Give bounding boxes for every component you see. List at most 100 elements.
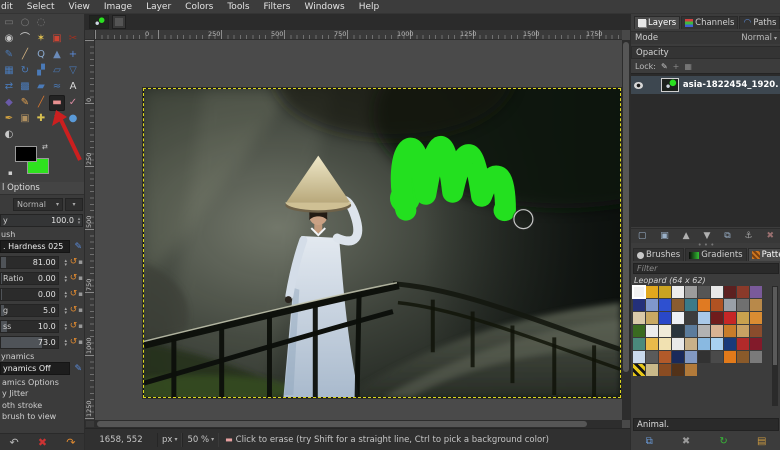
mode-switch-dropdown[interactable]: ▾ [65,198,83,211]
layer-thumbnail[interactable] [661,78,679,92]
pattern-name-field[interactable]: Animal. [633,418,779,431]
pattern-scrollbar[interactable] [772,286,778,406]
menu-filters[interactable]: Filters [257,2,298,12]
pattern-swatch[interactable] [646,286,658,298]
pattern-swatch[interactable] [724,351,736,363]
pencil-tool[interactable]: ✎ [17,95,33,111]
option-y-jitter[interactable]: y Jitter [0,387,85,399]
reset-icon[interactable]: ↺ [70,258,78,267]
link-icon[interactable]: ▪ [78,323,83,330]
spinner-icon[interactable]: ▴▾ [63,307,69,315]
pattern-swatch[interactable] [685,338,697,350]
pattern-swatch[interactable] [659,325,671,337]
dock-tab-paths[interactable]: ◠Paths [739,16,780,29]
pattern-swatch[interactable] [633,312,645,324]
perspective-tool[interactable]: ▽ [65,63,81,79]
opacity-slider[interactable]: y 100.0 ▴▾ [0,214,83,227]
spinner-icon[interactable]: ▴▾ [63,275,69,283]
blur-tool[interactable]: ● [65,111,81,127]
mode-dropdown[interactable]: Normal [741,33,772,43]
flip-tool[interactable]: ⇄ [1,79,17,95]
tool-option-slider-2[interactable]: 0.00 [0,288,59,301]
pattern-swatch[interactable] [698,312,710,324]
pattern-swatch[interactable] [724,338,736,350]
unit-dropdown[interactable]: px▾ [157,433,182,447]
pattern-swatch[interactable] [711,299,723,311]
image-viewport[interactable] [95,40,622,420]
pattern-swatch[interactable] [633,286,645,298]
menu-help[interactable]: Help [352,2,387,12]
brush-selector[interactable]: . Hardness 025 [0,240,70,253]
edit-dynamics-icon[interactable]: ✎ [74,364,82,374]
pencil-line-tool[interactable]: ╱ [17,47,33,63]
menu-view[interactable]: View [62,2,97,12]
paintbrush-tool[interactable]: ╱ [33,95,49,111]
pattern-swatch[interactable] [685,286,697,298]
menu-tools[interactable]: Tools [220,2,256,12]
warp-transform-tool[interactable]: ≈ [49,79,65,95]
pattern-swatch[interactable] [711,286,723,298]
canvas-navigation-button[interactable] [85,420,95,428]
pattern-swatch[interactable] [672,312,684,324]
image-tab-inactive[interactable] [112,15,126,29]
lock-position-icon[interactable]: + [673,62,680,71]
pattern-swatch[interactable] [633,364,645,376]
visibility-eye-icon[interactable] [634,82,643,89]
edit-pattern-button[interactable]: ⧉ [646,437,653,447]
pattern-swatch[interactable] [737,325,749,337]
pattern-swatch[interactable] [711,338,723,350]
pattern-filter-input[interactable]: Filter [633,263,779,274]
rotate-tool[interactable]: ↻ [17,63,33,79]
raise-layer-button[interactable]: ▲ [683,232,690,241]
pattern-swatch[interactable] [646,312,658,324]
pattern-swatch[interactable] [646,364,658,376]
pattern-swatch[interactable] [672,325,684,337]
pattern-swatch[interactable] [737,286,749,298]
pattern-swatch[interactable] [698,325,710,337]
pattern-swatch[interactable] [750,351,762,363]
menu-windows[interactable]: Windows [298,2,352,12]
foreground-select-tool[interactable]: ▣ [49,31,65,47]
spinner-icon[interactable]: ▴▾ [63,259,69,267]
dock-tab-channels[interactable]: Channels [681,16,738,29]
pattern-swatch[interactable] [698,338,710,350]
zoom-tool[interactable]: Q [33,47,49,63]
pattern-swatch[interactable] [737,351,749,363]
reset-colors-icon[interactable]: ▪ [8,170,13,177]
tab-patterns[interactable]: Patterns [748,248,780,261]
pattern-swatch[interactable] [698,299,710,311]
cage-transform-tool[interactable]: ▰ [33,79,49,95]
pattern-swatch[interactable] [724,312,736,324]
link-icon[interactable]: ▪ [78,291,83,298]
vertical-scrollbar[interactable] [622,40,630,420]
menu-dit[interactable]: dit [0,2,20,12]
bucket-fill-tool[interactable]: ◆ [1,95,17,111]
menu-colors[interactable]: Colors [178,2,220,12]
color-picker-tool[interactable]: ✓ [65,95,81,111]
lock-pixels-icon[interactable]: ✎ [661,62,668,71]
pattern-swatch[interactable] [685,325,697,337]
pattern-swatch[interactable] [685,364,697,376]
scale-tool[interactable]: ▞ [33,63,49,79]
spinner-icon[interactable]: ▴▾ [63,291,69,299]
free-select-tool[interactable]: ◌ [33,15,49,31]
dynamics-selector[interactable]: ynamics Off [0,362,70,375]
delete-pattern-button[interactable]: ✖ [682,437,690,447]
pattern-swatch[interactable] [659,286,671,298]
pattern-swatch[interactable] [698,351,710,363]
tool-option-slider-1[interactable]: Ratio0.00 [0,272,59,285]
tab-brushes[interactable]: Brushes [633,248,684,261]
option-amics-options[interactable]: amics Options [0,375,85,387]
reset-icon[interactable]: ↺ [70,306,78,315]
pattern-swatch[interactable] [646,325,658,337]
tool-option-slider-3[interactable]: g5.0 [0,304,59,317]
layer-row[interactable]: asia-1822454_1920.jpg [631,76,780,94]
zoom-dropdown[interactable]: 50 %▾ [182,433,219,447]
option-oth-stroke[interactable]: oth stroke [0,398,85,410]
dodge-burn-tool[interactable]: ◐ [1,127,17,143]
measure-tool[interactable]: ▲ [49,47,65,63]
ink-tool[interactable]: ✒ [1,111,17,127]
duplicate-layer-button[interactable]: ⧉ [724,232,730,241]
canvas-image[interactable] [143,88,621,398]
move-tool[interactable]: + [65,47,81,63]
